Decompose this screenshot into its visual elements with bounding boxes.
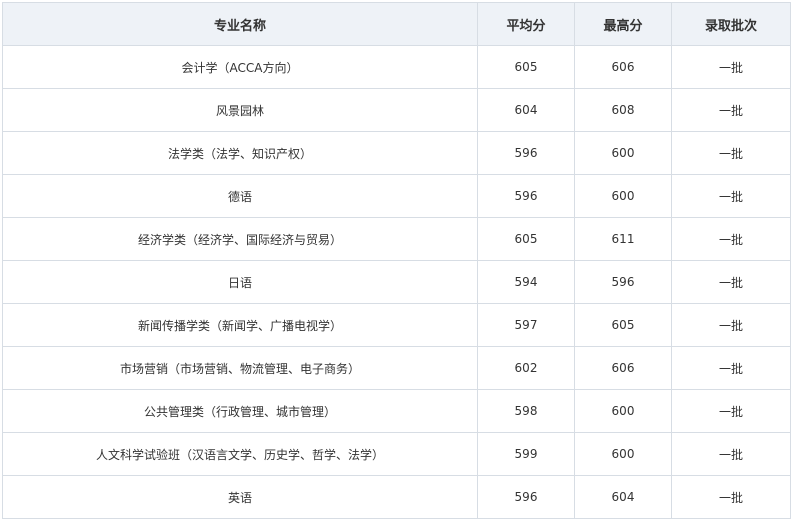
cell-max-score: 600: [574, 131, 672, 175]
table-row: 经济学类（经济学、国际经济与贸易） 605 611 一批: [2, 217, 791, 261]
cell-max-score: 596: [574, 260, 672, 304]
cell-average-score: 598: [477, 389, 575, 433]
cell-max-score: 600: [574, 432, 672, 476]
cell-average-score: 605: [477, 217, 575, 261]
cell-max-score: 608: [574, 88, 672, 132]
header-major: 专业名称: [2, 2, 478, 46]
cell-max-score: 606: [574, 45, 672, 89]
cell-average-score: 596: [477, 131, 575, 175]
cell-major: 人文科学试验班（汉语言文学、历史学、哲学、法学）: [2, 432, 478, 476]
table-row: 风景园林 604 608 一批: [2, 88, 791, 132]
cell-average-score: 602: [477, 346, 575, 390]
cell-major: 德语: [2, 174, 478, 218]
table-row: 日语 594 596 一批: [2, 260, 791, 304]
cell-admission-batch: 一批: [671, 217, 791, 261]
cell-major: 法学类（法学、知识产权）: [2, 131, 478, 175]
cell-max-score: 605: [574, 303, 672, 347]
cell-admission-batch: 一批: [671, 88, 791, 132]
cell-max-score: 604: [574, 475, 672, 519]
cell-average-score: 596: [477, 475, 575, 519]
cell-average-score: 605: [477, 45, 575, 89]
table-row: 市场营销（市场营销、物流管理、电子商务） 602 606 一批: [2, 346, 791, 390]
cell-major: 市场营销（市场营销、物流管理、电子商务）: [2, 346, 478, 390]
header-admission-batch: 录取批次: [671, 2, 791, 46]
cell-average-score: 597: [477, 303, 575, 347]
table-row: 公共管理类（行政管理、城市管理） 598 600 一批: [2, 389, 791, 433]
cell-major: 新闻传播学类（新闻学、广播电视学）: [2, 303, 478, 347]
admission-scores-table: 专业名称 平均分 最高分 录取批次 会计学（ACCA方向） 605 606 一批…: [2, 2, 791, 519]
cell-max-score: 600: [574, 174, 672, 218]
cell-max-score: 611: [574, 217, 672, 261]
table-row: 英语 596 604 一批: [2, 475, 791, 519]
header-average-score: 平均分: [477, 2, 575, 46]
cell-major: 英语: [2, 475, 478, 519]
cell-admission-batch: 一批: [671, 303, 791, 347]
cell-average-score: 599: [477, 432, 575, 476]
header-max-score: 最高分: [574, 2, 672, 46]
cell-max-score: 600: [574, 389, 672, 433]
cell-admission-batch: 一批: [671, 389, 791, 433]
cell-admission-batch: 一批: [671, 260, 791, 304]
cell-admission-batch: 一批: [671, 131, 791, 175]
header-row: 专业名称 平均分 最高分 录取批次: [2, 2, 791, 46]
cell-admission-batch: 一批: [671, 346, 791, 390]
cell-admission-batch: 一批: [671, 174, 791, 218]
table-row: 法学类（法学、知识产权） 596 600 一批: [2, 131, 791, 175]
cell-major: 日语: [2, 260, 478, 304]
cell-major: 风景园林: [2, 88, 478, 132]
table-body: 会计学（ACCA方向） 605 606 一批 风景园林 604 608 一批 法…: [2, 45, 791, 519]
table-row: 德语 596 600 一批: [2, 174, 791, 218]
cell-major: 经济学类（经济学、国际经济与贸易）: [2, 217, 478, 261]
table-header: 专业名称 平均分 最高分 录取批次: [2, 2, 791, 46]
cell-admission-batch: 一批: [671, 432, 791, 476]
cell-max-score: 606: [574, 346, 672, 390]
cell-average-score: 594: [477, 260, 575, 304]
cell-admission-batch: 一批: [671, 45, 791, 89]
cell-admission-batch: 一批: [671, 475, 791, 519]
table-row: 新闻传播学类（新闻学、广播电视学） 597 605 一批: [2, 303, 791, 347]
cell-major: 公共管理类（行政管理、城市管理）: [2, 389, 478, 433]
table-row: 人文科学试验班（汉语言文学、历史学、哲学、法学） 599 600 一批: [2, 432, 791, 476]
table-row: 会计学（ACCA方向） 605 606 一批: [2, 45, 791, 89]
cell-average-score: 596: [477, 174, 575, 218]
cell-major: 会计学（ACCA方向）: [2, 45, 478, 89]
cell-average-score: 604: [477, 88, 575, 132]
